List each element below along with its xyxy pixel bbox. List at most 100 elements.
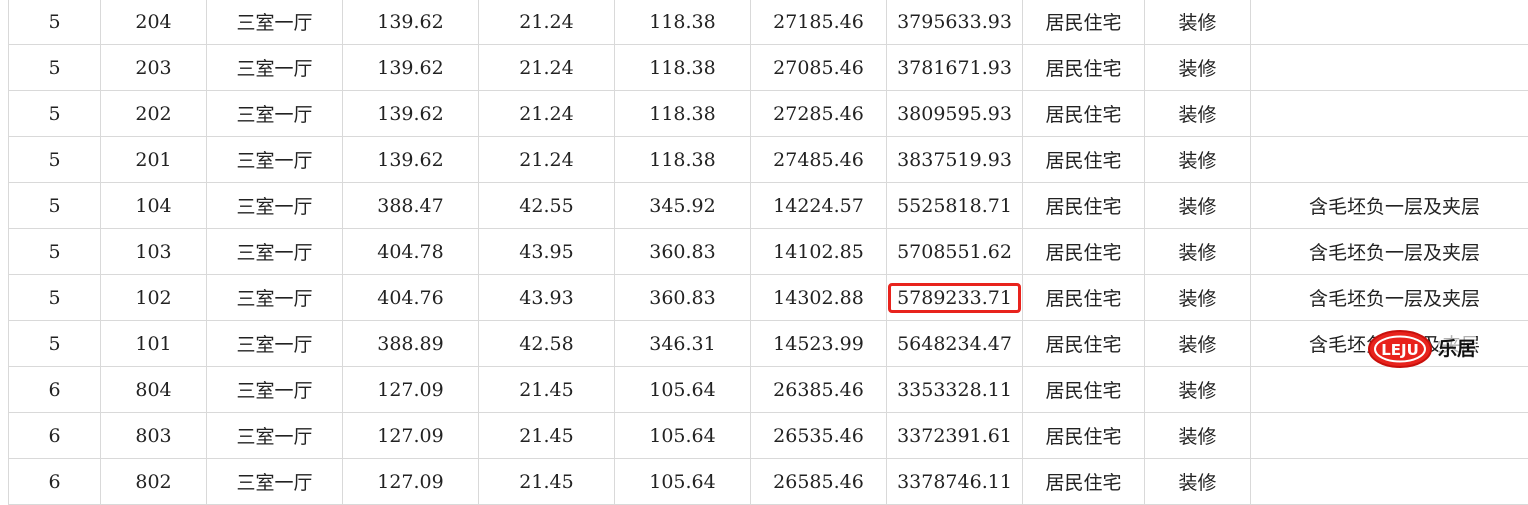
table-cell [1250,44,1528,91]
table-cell: 5 [8,182,101,229]
table-cell: 101 [100,320,207,367]
table-cell: 3809595.93 [886,90,1023,137]
table-cell: 居民住宅 [1022,274,1145,321]
table-cell: 5789233.71 [886,274,1023,321]
table-cell [1250,366,1528,413]
table-cell: 346.31 [614,320,751,367]
table-cell: 装修 [1144,458,1251,505]
table-cell: 204 [100,0,207,45]
table-cell: 装修 [1144,274,1251,321]
table-cell: 21.24 [478,90,615,137]
table-cell: 118.38 [614,136,751,183]
table-cell: 345.92 [614,182,751,229]
table-cell: 202 [100,90,207,137]
table-cell: 404.76 [342,274,479,321]
table-cell: 三室一厅 [206,90,343,137]
table-cell: 6 [8,366,101,413]
table-row: 5 101 三室一厅 388.89 42.58 346.31 14523.99 5648234… [8,320,1528,367]
table-cell: 360.83 [614,228,751,275]
table-cell: 装修 [1144,182,1251,229]
table-cell: 104 [100,182,207,229]
table-cell: 居民住宅 [1022,412,1145,459]
table-cell: 含毛坯负一层及夹层 [1250,228,1528,275]
table-cell: 三室一厅 [206,320,343,367]
table-cell: 5 [8,320,101,367]
table-cell: 5 [8,90,101,137]
table-cell: 三室一厅 [206,412,343,459]
table-cell: 居民住宅 [1022,228,1145,275]
table-cell: 5 [8,136,101,183]
table-cell: 802 [100,458,207,505]
table-cell: 21.45 [478,366,615,413]
table-cell: 388.89 [342,320,479,367]
table-cell: 5 [8,274,101,321]
table-cell [1250,458,1528,505]
table-cell: 居民住宅 [1022,320,1145,367]
table-cell: 三室一厅 [206,182,343,229]
table-cell: 居民住宅 [1022,458,1145,505]
table-cell: 118.38 [614,44,751,91]
table-cell: 14102.85 [750,228,887,275]
table-cell: 26585.46 [750,458,887,505]
table-cell: 404.78 [342,228,479,275]
table-row: 5 102 三室一厅 404.76 43.93 360.83 14302.88 5789233… [8,274,1528,321]
table-cell: 201 [100,136,207,183]
table-row: 5 104 三室一厅 388.47 42.55 345.92 14224.57 5525818… [8,182,1528,229]
table-cell: 27185.46 [750,0,887,45]
table-row: 5 201 三室一厅 139.62 21.24 118.38 27485.46 3837519… [8,136,1528,183]
table-cell: 127.09 [342,458,479,505]
table-cell: 3781671.93 [886,44,1023,91]
table-cell: 装修 [1144,90,1251,137]
table-cell: 3837519.93 [886,136,1023,183]
table-cell: 含毛坯负一层及夹层 [1250,182,1528,229]
table-cell: 139.62 [342,44,479,91]
table-cell: 27085.46 [750,44,887,91]
table-cell: 105.64 [614,366,751,413]
table-cell: 360.83 [614,274,751,321]
table-cell [1250,0,1528,45]
table-cell: 139.62 [342,0,479,45]
table-cell: 6 [8,458,101,505]
table-cell: 装修 [1144,44,1251,91]
table-cell: 105.64 [614,458,751,505]
logo-text: LEJU [1381,341,1419,359]
table-cell: 14302.88 [750,274,887,321]
table-cell: 27285.46 [750,90,887,137]
table-cell: 21.24 [478,136,615,183]
table-cell [1250,412,1528,459]
table-cell: 118.38 [614,0,751,45]
table-cell: 21.24 [478,0,615,45]
table-cell: 804 [100,366,207,413]
table-cell: 102 [100,274,207,321]
table-cell: 三室一厅 [206,366,343,413]
table-cell: 居民住宅 [1022,44,1145,91]
table-row: 5 203 三室一厅 139.62 21.24 118.38 27085.46 3781671… [8,44,1528,91]
table-body: 5 204 三室一厅 139.62 21.24 118.38 27185.46 3795633… [8,0,1528,505]
table-cell [1250,136,1528,183]
table-row: 6 803 三室一厅 127.09 21.45 105.64 26535.46 3372391… [8,412,1528,459]
table-cell: 27485.46 [750,136,887,183]
table-cell: 127.09 [342,366,479,413]
table-cell: 21.45 [478,412,615,459]
table-cell: 含毛坯负一层及夹层 [1250,274,1528,321]
table-row: 5 204 三室一厅 139.62 21.24 118.38 27185.46 3795633… [8,0,1528,45]
table-cell: 三室一厅 [206,228,343,275]
table-cell: 三室一厅 [206,136,343,183]
table-cell: 139.62 [342,136,479,183]
table-cell: 5648234.47 [886,320,1023,367]
table-cell: 三室一厅 [206,274,343,321]
table-cell: 居民住宅 [1022,90,1145,137]
watermark-text: 乐居 [1438,334,1477,361]
table-cell: 3795633.93 [886,0,1023,45]
table-cell: 803 [100,412,207,459]
table-cell: 三室一厅 [206,0,343,45]
table-cell: 装修 [1144,366,1251,413]
table-cell: 139.62 [342,90,479,137]
table-cell: 43.93 [478,274,615,321]
table-cell: 21.45 [478,458,615,505]
table-cell: 127.09 [342,412,479,459]
table-cell: 5 [8,228,101,275]
table-row: 5 202 三室一厅 139.62 21.24 118.38 27285.46 3809595… [8,90,1528,137]
table-cell: 14224.57 [750,182,887,229]
table-cell: 居民住宅 [1022,182,1145,229]
